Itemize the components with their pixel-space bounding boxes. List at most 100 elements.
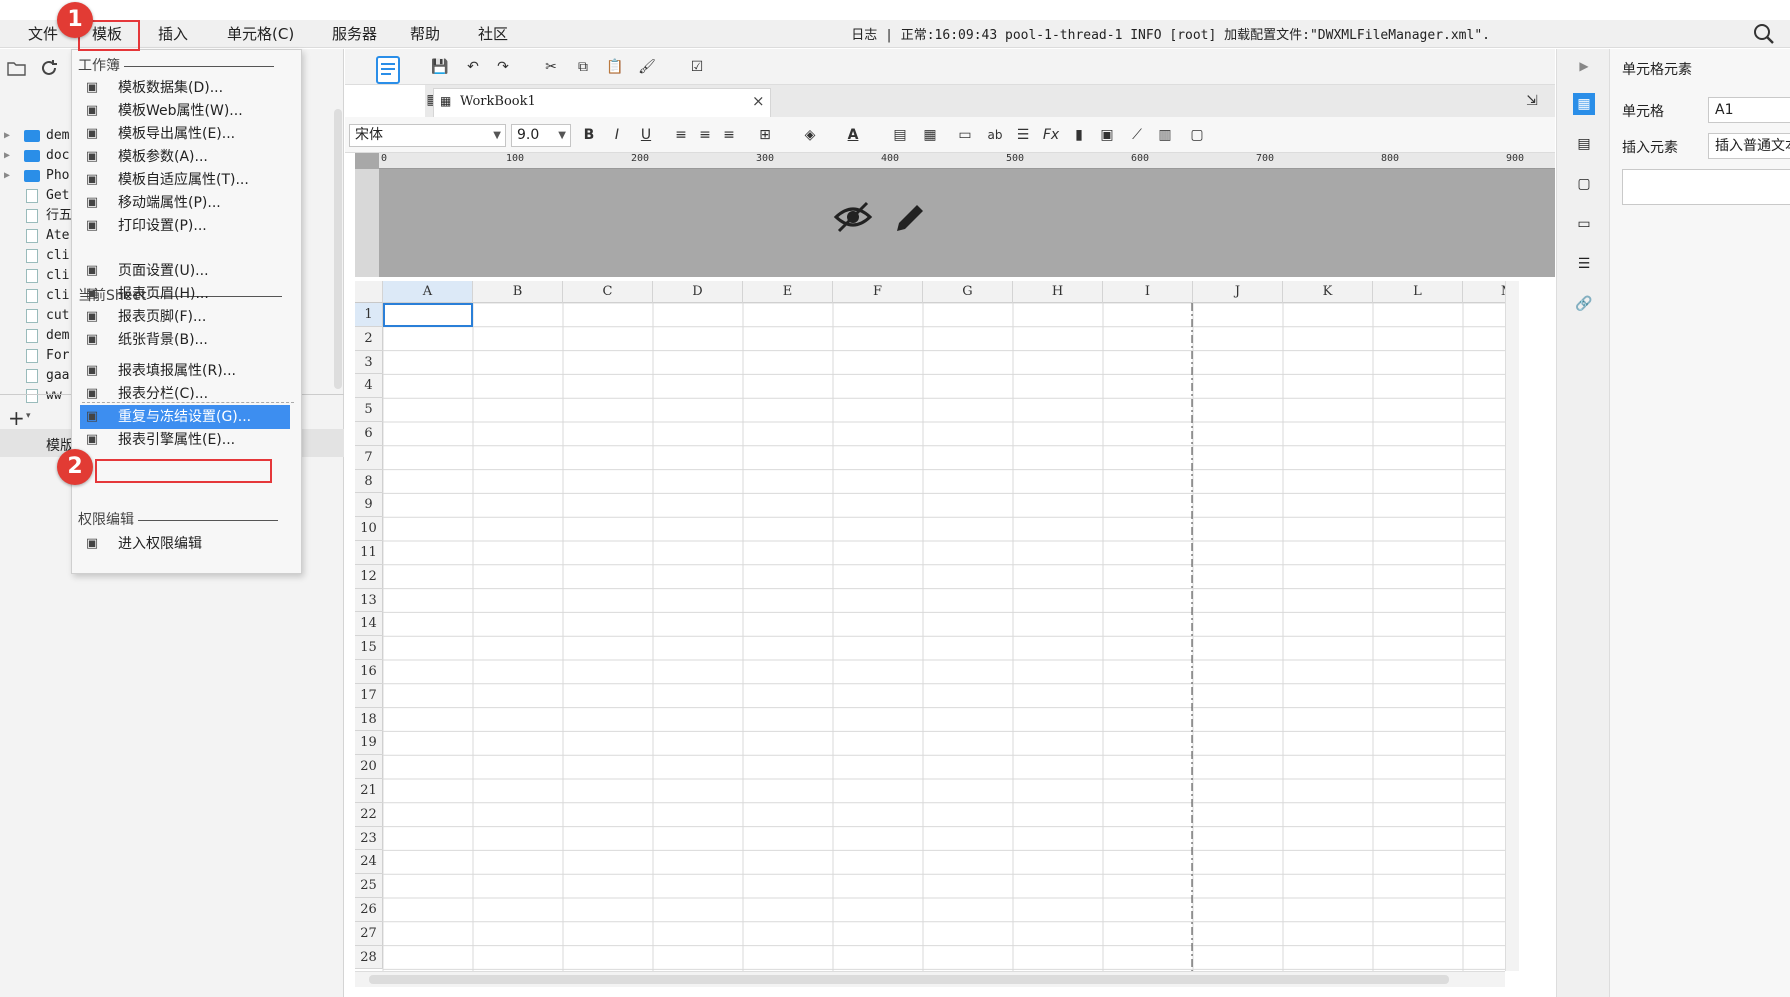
- save-icon[interactable]: 💾: [430, 57, 450, 77]
- italic-icon[interactable]: I: [607, 125, 627, 145]
- header-icon: ▣: [85, 286, 99, 301]
- tree-item-label: cli: [46, 248, 70, 263]
- menu-item-fill-attr[interactable]: ▣ 报表填报属性(R)...: [72, 359, 301, 383]
- horizontal-scrollbar[interactable]: [355, 971, 1505, 987]
- menu-item-globe[interactable]: ▣ 模板Web属性(W)...: [72, 99, 301, 123]
- spreadsheet-grid[interactable]: ABCDEFGHIJKLM123456789101112131415161718…: [355, 281, 1505, 971]
- scroll-thumb[interactable]: [369, 975, 1449, 984]
- menu-help[interactable]: 帮助: [404, 23, 446, 45]
- vertical-scrollbar[interactable]: [1505, 281, 1519, 971]
- menu-item-page-setup[interactable]: ▣ 页面设置(U)...: [72, 259, 301, 283]
- cell-element-icon[interactable]: ▦: [1573, 93, 1595, 115]
- menu-item-footer[interactable]: ▣ 报表页脚(F)...: [72, 305, 301, 329]
- paste-icon[interactable]: 📋: [605, 57, 625, 77]
- hyperlink-icon[interactable]: 🔗: [1573, 293, 1595, 315]
- insert-element-select[interactable]: 插入普通文本: [1708, 133, 1790, 159]
- float-element-icon[interactable]: ▢: [1573, 173, 1595, 195]
- chevron-down-icon[interactable]: ▾: [26, 411, 31, 421]
- expand-arrow-icon[interactable]: ▶: [4, 145, 10, 167]
- merge-cells-icon[interactable]: ▤: [890, 125, 910, 145]
- menu-item-permission[interactable]: ▣ 进入权限编辑: [72, 532, 301, 556]
- tree-scrollbar[interactable]: [334, 109, 342, 389]
- ruler-tick: 600: [1131, 153, 1150, 164]
- menu-item-label: 模板导出属性(E)...: [118, 126, 236, 142]
- font-name-select[interactable]: 宋体 ▼: [349, 124, 506, 147]
- unmerge-cells-icon[interactable]: ▦: [920, 125, 940, 145]
- text-icon[interactable]: ab: [985, 125, 1005, 145]
- collapse-arrow-icon[interactable]: ▶: [1573, 55, 1595, 77]
- condition-icon[interactable]: ☰: [1573, 253, 1595, 275]
- menu-item-export[interactable]: ▣ 模板导出属性(E)...: [72, 122, 301, 146]
- menu-insert[interactable]: 插入: [152, 23, 194, 45]
- menu-item-parameter[interactable]: ▣ 模板参数(A)...: [72, 145, 301, 169]
- copy-icon[interactable]: ⧉: [573, 57, 593, 77]
- menu-item-mobile[interactable]: ▣ 移动端属性(P)...: [72, 191, 301, 215]
- menu-item-freeze[interactable]: ▣ 重复与冻结设置(G)...: [80, 405, 290, 429]
- chart-icon[interactable]: ▮: [1069, 125, 1089, 145]
- cell-content-box[interactable]: [1622, 169, 1790, 205]
- props-title: 单元格元素: [1622, 62, 1692, 78]
- tab-workbook[interactable]: ▦ WorkBook1 ×: [433, 88, 771, 117]
- fill-color-icon[interactable]: ◈: [800, 125, 820, 145]
- border-icon[interactable]: ⊞: [755, 125, 775, 145]
- printer-icon: ▣: [85, 218, 99, 233]
- menu-item-printer[interactable]: ▣ 打印设置(P)...: [72, 214, 301, 238]
- format-painter-icon[interactable]: 🖌: [637, 57, 657, 77]
- float-element-icon[interactable]: ▢: [1187, 125, 1207, 145]
- engine-icon: ▣: [85, 432, 99, 447]
- cell-field[interactable]: A1: [1708, 97, 1790, 123]
- search-icon[interactable]: [1752, 23, 1776, 45]
- refresh-icon[interactable]: [38, 57, 60, 79]
- properties-panel: 单元格元素 单元格 A1 插入元素 插入普通文本: [1610, 49, 1790, 997]
- menu-item-background-image[interactable]: ▣ 纸张背景(B)...: [72, 328, 301, 352]
- file-icon: [26, 269, 38, 283]
- font-size-select[interactable]: 9.0 ▼: [511, 124, 571, 147]
- selected-cell-a1[interactable]: [383, 303, 473, 327]
- bold-icon[interactable]: B: [579, 125, 599, 145]
- chevron-down-icon: ▼: [493, 130, 501, 141]
- menu-cell[interactable]: 单元格(C): [221, 23, 300, 45]
- cut-icon[interactable]: ✂: [541, 57, 561, 77]
- log-label[interactable]: 日志: [851, 28, 877, 43]
- expand-arrow-icon[interactable]: ▶: [4, 125, 10, 147]
- image-icon[interactable]: ▣: [1097, 125, 1117, 145]
- menu-item-database[interactable]: ▣ 模板数据集(D)...: [72, 76, 301, 100]
- expand-arrow-icon[interactable]: ▶: [4, 165, 10, 187]
- cell-attribute-icon[interactable]: ▤: [1573, 133, 1595, 155]
- redo-icon[interactable]: ↷: [493, 57, 513, 77]
- main-toolbar: 💾 ↶ ↷ ✂ ⧉ 📋 🖌 ☑: [345, 49, 1555, 85]
- close-icon[interactable]: ×: [752, 92, 765, 110]
- template-check-icon[interactable]: ☑: [687, 57, 707, 77]
- file-icon: [26, 329, 38, 343]
- align-right-icon[interactable]: ≡: [719, 125, 739, 145]
- rich-text-icon[interactable]: ☰: [1013, 125, 1033, 145]
- folder-icon: [24, 130, 40, 142]
- hide-icon[interactable]: [833, 199, 873, 235]
- formula-icon[interactable]: Fx: [1041, 125, 1061, 145]
- subreport-icon[interactable]: ▥: [1155, 125, 1175, 145]
- align-center-icon[interactable]: ≡: [695, 125, 715, 145]
- menu-server[interactable]: 服务器: [326, 23, 383, 45]
- underline-icon[interactable]: U: [636, 125, 656, 145]
- adaptive-icon: ▣: [85, 172, 99, 187]
- slash-icon[interactable]: ⟋: [1127, 125, 1147, 145]
- widget-icon[interactable]: ▭: [1573, 213, 1595, 235]
- menu-item-engine[interactable]: ▣ 报表引擎属性(E)...: [72, 428, 301, 452]
- insert-cell-icon[interactable]: ▭: [955, 125, 975, 145]
- export-icon: ▣: [85, 126, 99, 141]
- template-menu-dropdown: 工作簿 ▣ 模板数据集(D)... ▣ 模板Web属性(W)... ▣ 模板导出属性(E)…: [71, 49, 302, 574]
- edit-pencil-icon[interactable]: [891, 197, 927, 235]
- open-folder-icon[interactable]: [6, 57, 28, 79]
- menu-item-header[interactable]: ▣ 报表页眉(H)...: [72, 282, 301, 306]
- align-left-icon[interactable]: ≡: [671, 125, 691, 145]
- pin-icon[interactable]: ⇲: [1522, 91, 1542, 111]
- menu-item-adaptive[interactable]: ▣ 模板自适应属性(T)...: [72, 168, 301, 192]
- add-icon[interactable]: +: [8, 406, 25, 430]
- font-color-icon[interactable]: A: [843, 125, 863, 145]
- new-report-icon[interactable]: [373, 55, 403, 85]
- undo-icon[interactable]: ↶: [463, 57, 483, 77]
- workbook-icon: ▦: [440, 94, 452, 108]
- tree-item-label: cli: [46, 288, 70, 303]
- menu-community[interactable]: 社区: [472, 23, 514, 45]
- chevron-down-icon: ▼: [558, 130, 566, 141]
